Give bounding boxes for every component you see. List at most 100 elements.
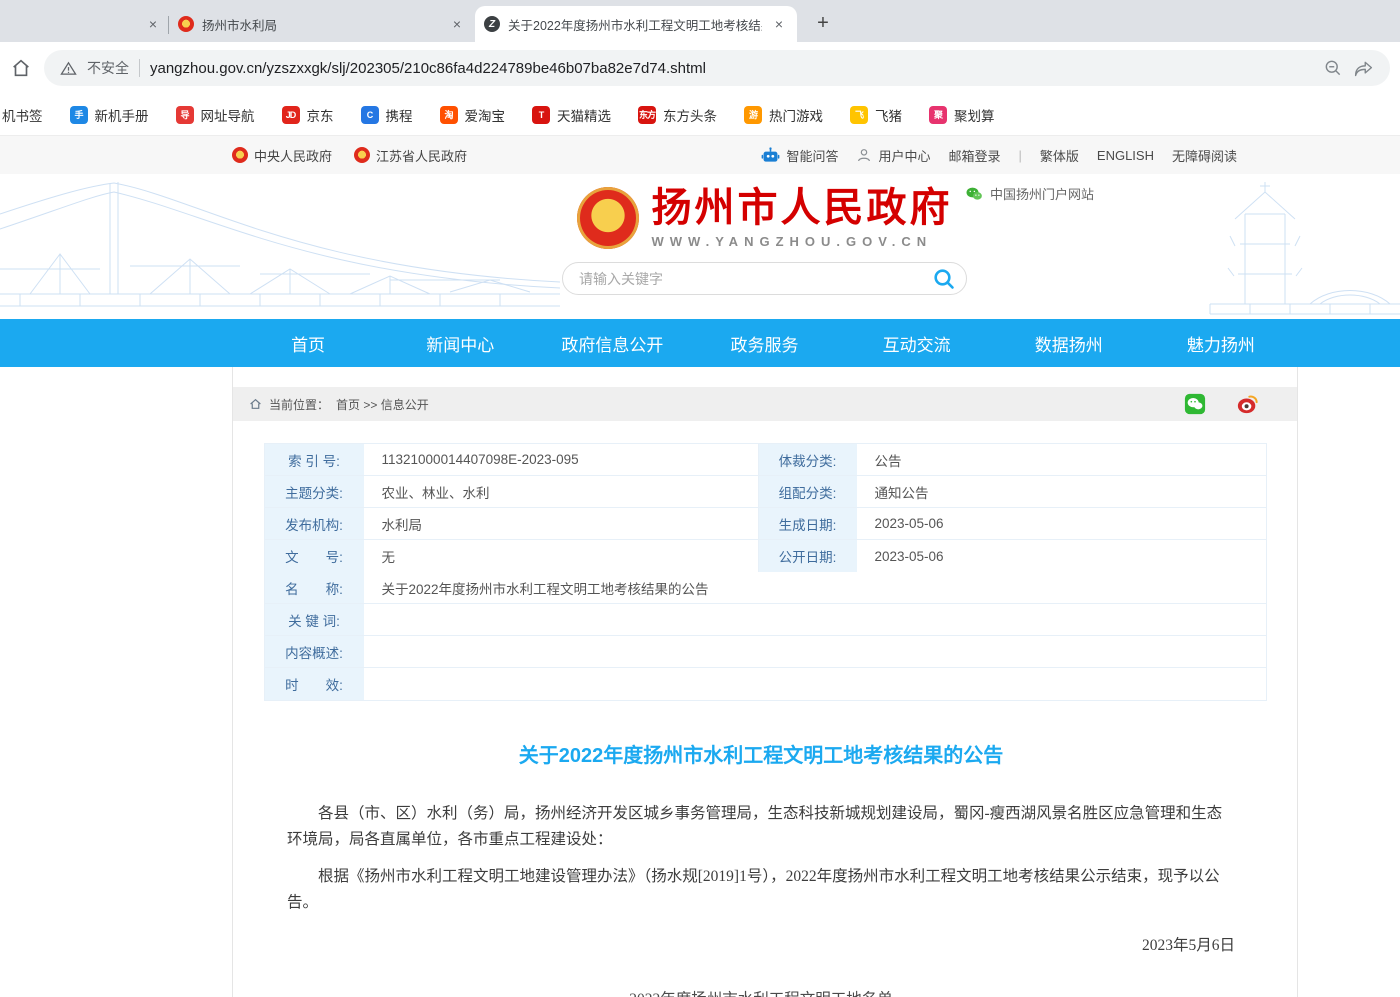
site-favicon-icon: Z [484, 16, 500, 32]
bookmark-label: 飞猪 [875, 105, 902, 125]
meta-value: 2023-05-06 [859, 508, 1266, 539]
bookmark-icon: 东方 [638, 106, 656, 124]
tab-close-icon[interactable]: × [770, 15, 788, 33]
nav-item[interactable]: 新闻中心 [384, 319, 536, 367]
bookmark-label: 携程 [386, 105, 413, 125]
bookmark-label: 热门游戏 [769, 105, 823, 125]
bookmark-item[interactable]: JD 京东 [282, 105, 334, 125]
tab-title: 扬州市水利局 [202, 15, 440, 34]
meta-value [366, 604, 1266, 635]
article: 关于2022年度扬州市水利工程文明工地考核结果的公告 各县（市、区）水利（务）局… [233, 739, 1297, 997]
site-header: 扬州市人民政府 WWW.YANGZHOU.GOV.CN 中国扬州门户网站 [0, 174, 1400, 319]
bookmark-item[interactable]: C 携程 [361, 105, 413, 125]
meta-value [366, 636, 1266, 667]
bookmark-icon: 飞 [850, 106, 868, 124]
link-ai-qa[interactable]: 智能问答 [761, 146, 838, 165]
bookmarks-bar: 机书签 手 新机手册 导 网址导航 JD 京东 C 携程 淘 爱淘宝 T 天猫精… [0, 94, 1400, 135]
bookmark-item[interactable]: 导 网址导航 [176, 105, 255, 125]
national-emblem-icon [354, 147, 370, 163]
meta-label: 时 效: [265, 668, 366, 700]
article-title: 关于2022年度扬州市水利工程文明工地考核结果的公告 [287, 739, 1235, 768]
share-wechat-icon[interactable] [1184, 393, 1206, 415]
breadcrumb-path[interactable]: 首页 >> 信息公开 [336, 396, 429, 413]
bookmark-icon: JD [282, 106, 300, 124]
warning-triangle-icon[interactable] [60, 60, 77, 77]
browser-tab-shuiliju[interactable]: 扬州市水利局 × [169, 6, 475, 42]
link-traditional[interactable]: 繁体版 [1040, 146, 1079, 165]
bookmark-item[interactable]: 东方 东方头条 [638, 105, 717, 125]
article-paragraph: 根据《扬州市水利工程文明工地建设管理办法》（扬水规[2019]1号），2022年… [287, 864, 1235, 916]
tab-close-icon[interactable]: × [144, 15, 162, 33]
meta-row: 关 键 词: [265, 604, 1266, 636]
article-list-title: 2022年度扬州市水利工程文明工地名单 [287, 987, 1235, 997]
link-label: 江苏省人民政府 [376, 146, 467, 165]
bookmark-label: 网址导航 [201, 105, 255, 125]
nav-item[interactable]: 互动交流 [841, 319, 993, 367]
zoom-out-icon[interactable] [1323, 58, 1343, 78]
nav-item[interactable]: 政府信息公开 [536, 319, 688, 367]
meta-label: 文 号: [265, 540, 366, 572]
tab-close-icon[interactable]: × [448, 15, 466, 33]
share-icon[interactable] [1353, 58, 1374, 79]
meta-label: 关 键 词: [265, 604, 366, 635]
meta-label: 公开日期: [758, 540, 859, 572]
site-url-caption: WWW.YANGZHOU.GOV.CN [652, 234, 953, 249]
meta-value: 11321000014407098E-2023-095 [366, 444, 758, 475]
meta-value: 水利局 [366, 508, 758, 539]
browser-tab-partial[interactable]: × [0, 6, 168, 42]
link-label: 用户中心 [878, 146, 930, 165]
link-jiangsu-gov[interactable]: 江苏省人民政府 [354, 146, 467, 165]
breadcrumb-label: 当前位置： [269, 396, 329, 413]
bookmark-label: 机书签 [2, 105, 43, 125]
portal-wechat-link[interactable]: 中国扬州门户网站 [965, 184, 1094, 203]
nav-item[interactable]: 首页 [232, 319, 384, 367]
bookmark-item[interactable]: 手 新机手册 [70, 105, 149, 125]
site-logo[interactable]: 扬州市人民政府 WWW.YANGZHOU.GOV.CN [232, 187, 1297, 249]
bookmark-icon: T [532, 106, 550, 124]
bookmark-item[interactable]: 聚 聚划算 [929, 105, 995, 125]
link-central-gov[interactable]: 中央人民政府 [232, 146, 332, 165]
bookmark-label: 新机手册 [95, 105, 149, 125]
link-english[interactable]: ENGLISH [1097, 148, 1154, 163]
meta-label: 发布机构: [265, 508, 366, 539]
meta-label: 内容概述: [265, 636, 366, 667]
browser-tab-strip: × 扬州市水利局 × Z 关于2022年度扬州市水利工程文明工地考核结果的公告 … [0, 0, 1400, 42]
bookmark-item[interactable]: 淘 爱淘宝 [440, 105, 506, 125]
site-search-box[interactable] [562, 262, 967, 295]
breadcrumb-home-icon[interactable] [249, 398, 262, 410]
meta-label: 生成日期: [758, 508, 859, 539]
browser-tab-active[interactable]: Z 关于2022年度扬州市水利工程文明工地考核结果的公告 × [475, 6, 797, 42]
meta-label: 组配分类: [758, 476, 859, 507]
nav-item[interactable]: 魅力扬州 [1145, 319, 1297, 367]
nav-item[interactable]: 政务服务 [688, 319, 840, 367]
bookmark-icon: 游 [744, 106, 762, 124]
omnibox-divider [139, 59, 140, 77]
meta-label: 体裁分类: [758, 444, 859, 475]
meta-label: 索 引 号: [265, 444, 366, 475]
nav-item[interactable]: 数据扬州 [993, 319, 1145, 367]
security-status-label[interactable]: 不安全 [87, 58, 129, 78]
national-emblem-favicon-icon [178, 16, 194, 32]
address-bar[interactable]: 不安全 yangzhou.gov.cn/yzszxxgk/slj/202305/… [44, 50, 1390, 86]
bookmark-item[interactable]: 机书签 [2, 105, 43, 125]
search-icon[interactable] [932, 267, 956, 291]
bookmark-item[interactable]: 游 热门游戏 [744, 105, 823, 125]
bookmark-item[interactable]: T 天猫精选 [532, 105, 611, 125]
search-input[interactable] [579, 271, 932, 287]
link-accessibility[interactable]: 无障碍阅读 [1172, 146, 1237, 165]
link-mail-login[interactable]: 邮箱登录 [948, 146, 1000, 165]
share-weibo-icon[interactable] [1236, 393, 1259, 415]
bookmark-icon: 淘 [440, 106, 458, 124]
meta-label: 名 称: [265, 572, 366, 603]
national-emblem-logo-icon [577, 187, 639, 249]
url-text[interactable]: yangzhou.gov.cn/yzszxxgk/slj/202305/210c… [150, 60, 1313, 77]
national-emblem-icon [232, 147, 248, 163]
link-user-center[interactable]: 用户中心 [856, 146, 930, 165]
home-icon[interactable] [10, 57, 32, 79]
robot-icon [761, 147, 780, 164]
new-tab-button[interactable]: + [809, 9, 837, 37]
bookmark-item[interactable]: 飞 飞猪 [850, 105, 902, 125]
meta-row: 时 效: [265, 668, 1266, 700]
link-label: 智能问答 [786, 146, 838, 165]
bookmark-icon: 手 [70, 106, 88, 124]
